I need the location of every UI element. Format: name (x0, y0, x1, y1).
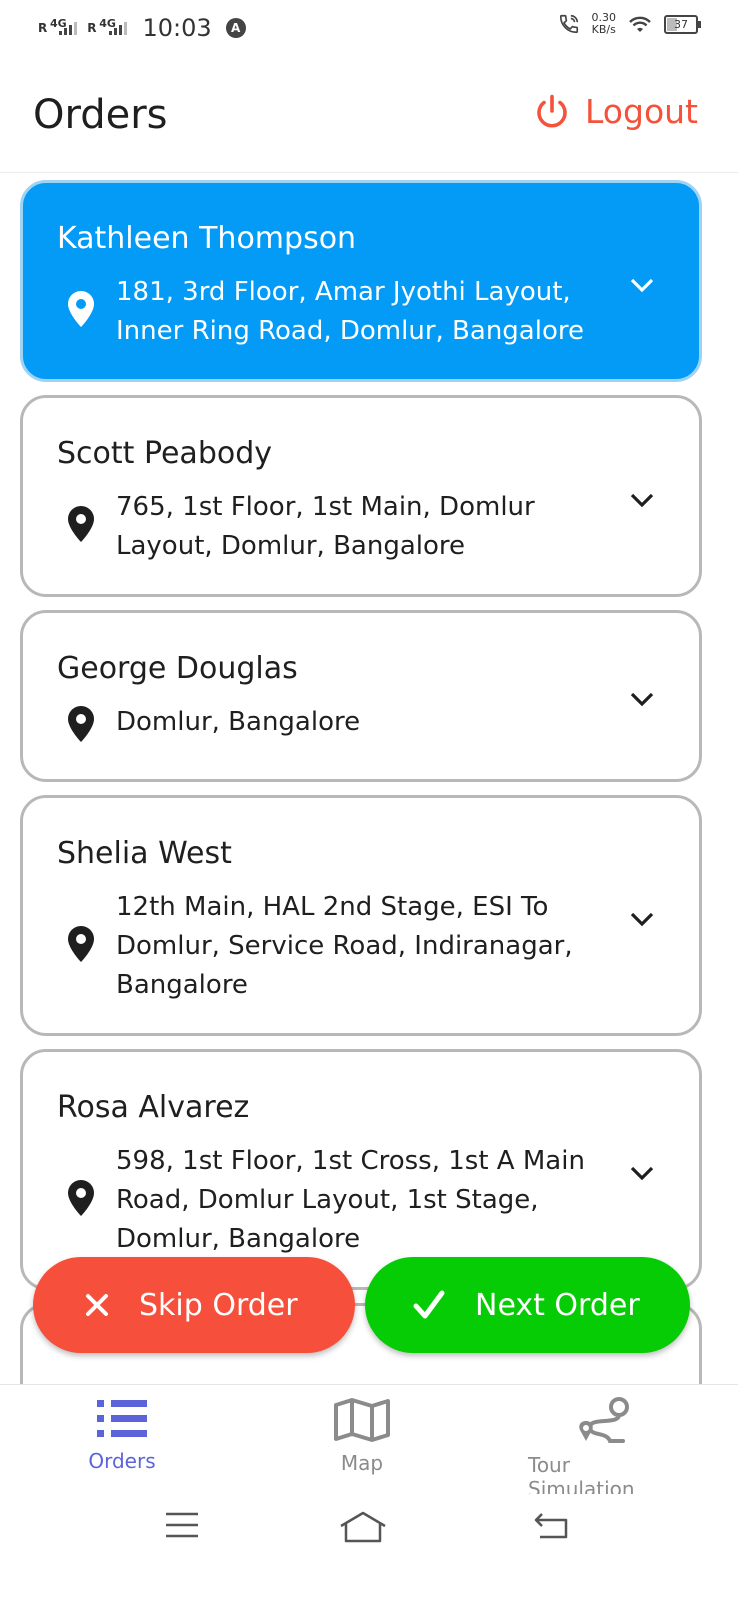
customer-address: Domlur, Bangalore (116, 703, 596, 742)
back-icon[interactable] (532, 1510, 570, 1540)
order-list: Kathleen Thompson 181, 3rd Floor, Amar J… (20, 180, 718, 1436)
location-pin-icon (68, 1180, 94, 1216)
address-line: 598, 1st Floor, 1st Cross, 1st A Main (116, 1146, 585, 1176)
signal-icon-sim1: R 4G (38, 17, 81, 35)
logout-label: Logout (585, 92, 698, 131)
order-card[interactable]: Shelia West 12th Main, HAL 2nd Stage, ES… (20, 795, 702, 1036)
battery-level: 37 (674, 17, 688, 31)
customer-address: 765, 1st Floor, 1st Main, Domlur Layout,… (116, 488, 596, 566)
roaming-indicator: R (38, 21, 48, 35)
address-line: Bangalore (116, 970, 248, 1000)
bottom-navigation: Orders Map Tour Simulation (0, 1384, 738, 1501)
location-pin-icon (68, 506, 94, 542)
skip-order-button[interactable]: Skip Order (33, 1257, 355, 1353)
order-card[interactable]: Scott Peabody 765, 1st Floor, 1st Main, … (20, 395, 702, 597)
address-line: 12th Main, HAL 2nd Stage, ESI To (116, 892, 549, 922)
address-line: Domlur, Bangalore (116, 707, 361, 737)
chevron-down-icon[interactable] (629, 911, 655, 927)
net-speed-unit: KB/s (591, 23, 616, 36)
wifi-calling-icon (559, 14, 578, 34)
map-icon (334, 1398, 390, 1442)
skip-order-label: Skip Order (139, 1287, 298, 1323)
nav-item-map[interactable]: Map (322, 1397, 402, 1475)
customer-name: Rosa Alvarez (57, 1090, 250, 1125)
route-icon (579, 1397, 629, 1443)
system-navigation-bar (0, 1494, 738, 1600)
location-pin-icon (68, 926, 94, 962)
home-icon[interactable] (338, 1510, 388, 1544)
customer-address: 12th Main, HAL 2nd Stage, ESI To Domlur,… (116, 888, 596, 1005)
status-right: 0.30 KB/s 37 (558, 12, 701, 36)
address-line: Inner Ring Road, Domlur, Bangalore (116, 316, 584, 346)
customer-address: 181, 3rd Floor, Amar Jyothi Layout, Inne… (116, 273, 596, 351)
power-icon (537, 94, 567, 128)
status-left: R 4G R 4G 10:03 A (38, 14, 246, 42)
network-type: 4G (50, 17, 67, 30)
address-line: Road, Domlur Layout, 1st Stage, (116, 1185, 539, 1215)
orders-screen: R 4G R 4G 10:03 A 0.30 KB/s 37 Orders Lo… (0, 0, 738, 1600)
address-line: Domlur, Service Road, Indiranagar, (116, 931, 573, 961)
notification-a-icon: A (225, 18, 246, 38)
app-header: Orders Logout (0, 60, 738, 173)
roaming-indicator: R (87, 21, 97, 35)
nav-label: Map (340, 1451, 384, 1475)
chevron-down-icon[interactable] (629, 691, 655, 707)
nav-item-tour-simulation[interactable]: Tour Simulation (528, 1397, 678, 1501)
order-card[interactable]: Rosa Alvarez 598, 1st Floor, 1st Cross, … (20, 1049, 702, 1290)
status-bar: R 4G R 4G 10:03 A 0.30 KB/s 37 (0, 0, 738, 60)
chevron-down-icon[interactable] (629, 492, 655, 508)
address-line: Domlur, Bangalore (116, 1224, 361, 1254)
customer-address: 598, 1st Floor, 1st Cross, 1st A Main Ro… (116, 1142, 596, 1259)
status-time: 10:03 (142, 14, 212, 42)
nav-label: Orders (88, 1449, 156, 1473)
check-icon (413, 1290, 445, 1320)
location-pin-icon (68, 706, 94, 742)
customer-name: Shelia West (57, 836, 232, 871)
order-card[interactable]: George Douglas Domlur, Bangalore (20, 610, 702, 782)
list-icon (97, 1400, 147, 1437)
battery-icon: 37 (664, 14, 701, 34)
next-order-button[interactable]: Next Order (365, 1257, 690, 1353)
net-speed: 0.30 KB/s (592, 12, 617, 36)
wifi-icon (629, 16, 651, 32)
address-line: Layout, Domlur, Bangalore (116, 531, 466, 561)
customer-name: Scott Peabody (57, 436, 273, 471)
page-title: Orders (33, 92, 168, 138)
menu-icon[interactable] (164, 1510, 200, 1540)
close-icon (85, 1293, 109, 1317)
order-card[interactable]: Kathleen Thompson 181, 3rd Floor, Amar J… (20, 180, 702, 382)
logout-button[interactable]: Logout (533, 92, 698, 131)
signal-icon-sim2: R 4G (87, 17, 130, 35)
network-type: 4G (99, 17, 116, 30)
nav-item-orders[interactable]: Orders (80, 1397, 164, 1473)
chevron-down-icon[interactable] (629, 277, 655, 293)
location-pin-icon (68, 291, 94, 327)
customer-name: George Douglas (57, 651, 298, 686)
chevron-down-icon[interactable] (629, 1165, 655, 1181)
address-line: 765, 1st Floor, 1st Main, Domlur (116, 492, 535, 522)
customer-name: Kathleen Thompson (57, 221, 357, 256)
next-order-label: Next Order (475, 1287, 640, 1323)
address-line: 181, 3rd Floor, Amar Jyothi Layout, (116, 277, 571, 307)
